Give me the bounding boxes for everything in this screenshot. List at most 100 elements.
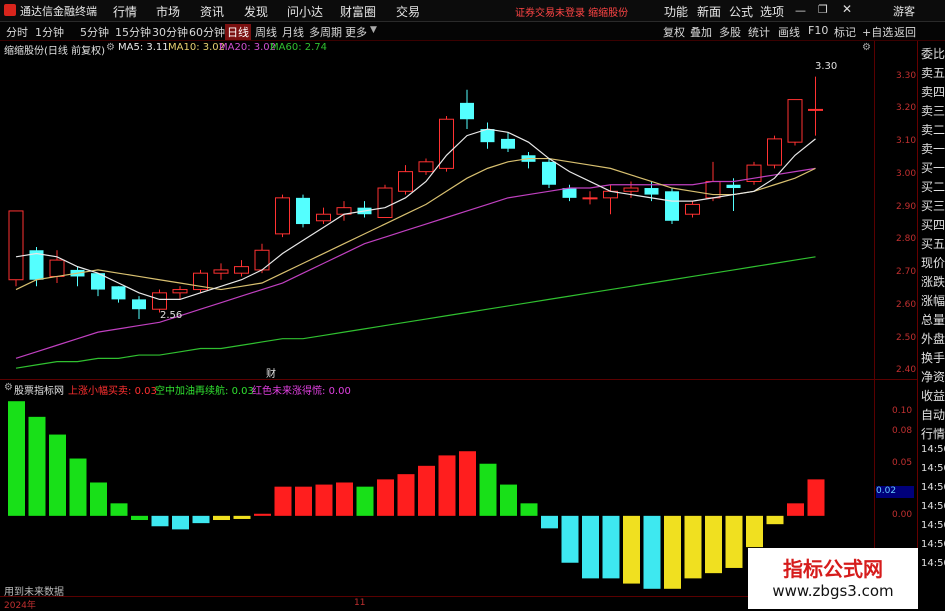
candle-body — [582, 197, 598, 200]
price-tick-label: 2.40 — [896, 365, 917, 376]
price-tick-label: 2.70 — [896, 267, 917, 278]
candle-body — [377, 187, 393, 218]
date-label-month: 11 — [354, 598, 366, 608]
quote-side-panel: 委比卖五卖四卖三卖二卖一买一买二买三买四买五现价涨跌涨幅总量外盘换手净资收益自动… — [917, 41, 945, 609]
pane-separator[interactable] — [0, 379, 917, 380]
candle-body — [398, 171, 413, 192]
indicator-bar — [664, 515, 681, 589]
indicator-bar — [541, 515, 558, 529]
indicator-legend: ⚙ 股票指标网 上涨小幅买卖: 0.03 空中加油再续航: 0.03 红色未来涨… — [0, 381, 870, 397]
indicator-bar — [746, 515, 763, 548]
side-panel-item[interactable]: 净资 — [921, 368, 945, 385]
side-panel-item[interactable]: 总量 — [921, 311, 945, 328]
watermark-title: 指标公式网 — [783, 557, 883, 581]
kline-chart[interactable]: 3.30 2.56 财 — [0, 0, 917, 609]
indicator-bar — [254, 513, 271, 516]
indicator-bar — [602, 515, 620, 579]
indicator-bar — [561, 515, 579, 563]
side-panel-item[interactable]: 14:50 — [921, 501, 945, 512]
side-panel-item[interactable]: 自动 — [921, 406, 945, 423]
price-tick-label: 3.00 — [896, 168, 917, 179]
indicator-bar — [110, 503, 128, 516]
indicator-bar — [643, 515, 661, 589]
indicator-bar — [459, 451, 476, 516]
side-panel-item[interactable]: 涨跌 — [921, 273, 945, 290]
side-panel-item[interactable]: 14:50 — [921, 482, 945, 493]
side-panel-item[interactable]: 现价 — [921, 254, 945, 271]
candle-body — [726, 184, 741, 189]
indicator-bar — [274, 486, 292, 516]
side-panel-item[interactable]: 14:50 — [921, 558, 945, 569]
candle-body — [152, 292, 167, 310]
side-panel-item[interactable]: 买三 — [921, 197, 945, 214]
indicator-bar — [725, 515, 743, 568]
indicator-tick-label: 0.10 — [892, 405, 913, 416]
price-tick-label: 2.90 — [896, 201, 917, 212]
side-panel-item[interactable]: 买五 — [921, 235, 945, 252]
indicator-bar — [69, 458, 87, 516]
side-panel-item[interactable]: 买四 — [921, 216, 945, 233]
candle-body — [275, 197, 290, 235]
candle-body — [316, 213, 331, 222]
indicator-bar — [500, 484, 517, 516]
side-panel-item[interactable]: 外盘 — [921, 330, 945, 347]
candle-body — [562, 188, 577, 198]
indicator-bar — [418, 465, 435, 516]
ma60-line — [15, 256, 816, 369]
indicator-bar — [28, 416, 46, 516]
side-panel-item[interactable]: 涨幅 — [921, 292, 945, 309]
side-panel-item[interactable]: 行情 — [921, 425, 945, 442]
indicator-bar — [233, 515, 251, 519]
price-tick-label: 2.50 — [896, 332, 917, 343]
side-panel-item[interactable]: 卖三 — [921, 102, 945, 119]
indicator-bar — [705, 515, 722, 574]
axis-divider — [874, 41, 875, 596]
indicator-bar — [90, 482, 107, 516]
side-panel-item[interactable]: 卖五 — [921, 64, 945, 81]
candle-body — [172, 289, 188, 294]
side-panel-item[interactable]: 14:50 — [921, 520, 945, 531]
indicator-bar — [151, 515, 169, 527]
indicator-bar — [684, 515, 702, 579]
indicator-bar — [315, 484, 333, 516]
side-panel-item[interactable]: 卖二 — [921, 121, 945, 138]
candle-body — [542, 161, 556, 185]
side-panel-item[interactable]: 卖一 — [921, 140, 945, 157]
side-panel-item[interactable]: 换手 — [921, 349, 945, 366]
ma20-line — [15, 167, 816, 359]
side-panel-item[interactable]: 委比 — [921, 45, 945, 62]
indicator-bar — [787, 503, 804, 516]
indicator-bar — [192, 515, 210, 524]
candle-body — [767, 138, 782, 166]
candle-body — [49, 259, 65, 277]
candle-body — [644, 188, 659, 195]
indicator-bar — [356, 486, 374, 516]
side-panel-item[interactable]: 14:50 — [921, 539, 945, 550]
indicator-name[interactable]: 股票指标网 — [14, 382, 64, 397]
side-panel-item[interactable]: 14:50 — [921, 444, 945, 455]
side-panel-item[interactable]: 收益 — [921, 387, 945, 404]
indicator-bar — [479, 463, 497, 516]
side-panel-item[interactable]: 卖四 — [921, 83, 945, 100]
candle-body — [8, 210, 24, 281]
side-panel-item[interactable]: 14:50 — [921, 463, 945, 474]
site-watermark: 指标公式网 www.zbgs3.com — [748, 548, 918, 609]
indicator-bar — [8, 401, 25, 516]
low-price-annotation: 2.56 — [160, 310, 182, 321]
candle-body — [418, 161, 434, 173]
price-tick-label: 3.10 — [896, 136, 917, 147]
indicator-bar — [397, 474, 415, 516]
indicator-tick-label: 0.05 — [892, 457, 913, 468]
candle-body — [254, 249, 270, 271]
candle-body — [111, 286, 126, 300]
settings-icon[interactable]: ⚙ — [4, 382, 13, 393]
side-panel-item[interactable]: 买二 — [921, 178, 945, 195]
candle-body — [296, 197, 310, 225]
ma10-line — [15, 157, 816, 291]
side-panel-item[interactable]: 买一 — [921, 159, 945, 176]
candle-body — [213, 269, 229, 274]
watermark-url: www.zbgs3.com — [772, 582, 894, 600]
indicator-bar — [49, 434, 66, 516]
price-axis: 3.30 3.20 3.10 3.00 2.90 2.80 2.70 2.60 2.50 2.40 — [876, 41, 916, 379]
indicator-bar — [623, 515, 640, 584]
